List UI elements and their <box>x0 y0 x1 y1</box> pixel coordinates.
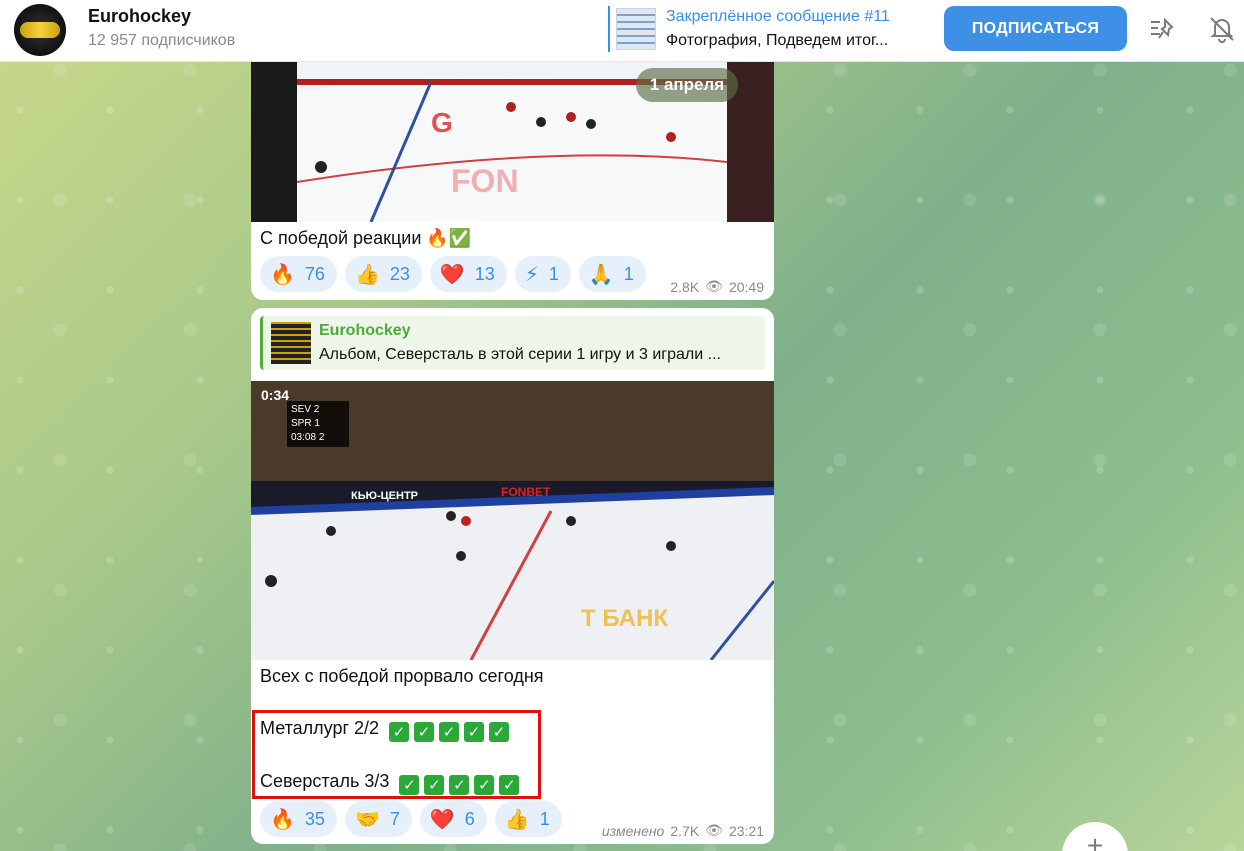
result-text: Северсталь 3/3 <box>260 771 390 791</box>
reaction-handshake[interactable]: 🤝 7 <box>344 801 412 837</box>
fire-icon: 🔥 <box>270 807 295 831</box>
reaction-thumbs-up[interactable]: 👍 23 <box>344 256 422 292</box>
result-line-severstal: Северсталь 3/3 ✓ ✓ ✓ ✓ ✓ <box>260 771 520 795</box>
message-caption: Всех с победой прорвало сегодня <box>260 666 544 686</box>
pinned-message-text[interactable]: Фотография, Подведем итог... <box>666 32 888 50</box>
channel-avatar[interactable] <box>14 4 66 56</box>
check-mark-icon: ✓ <box>449 775 470 795</box>
check-mark-icon: ✓ <box>439 722 460 742</box>
reaction-heart[interactable]: ❤️ 13 <box>429 256 507 292</box>
mute-bell-icon[interactable] <box>1208 15 1236 43</box>
score1: 2 <box>313 404 320 415</box>
check-mark-icon: ✓ <box>424 775 445 795</box>
channel-title[interactable]: Eurohockey <box>88 6 191 27</box>
result-line-metallurg: Металлург 2/2 ✓ ✓ ✓ ✓ ✓ <box>260 718 510 742</box>
video-player[interactable]: КЬЮ-ЦЕНТР FONBET T БАНК 0:34 SEV 2 SPR 1… <box>251 381 774 660</box>
subscriber-count: 12 957 подписчиков <box>88 32 236 49</box>
reaction-count: 1 <box>539 808 550 829</box>
reactions-bar: 🔥 35 🤝 7 ❤️ 6 👍 1 <box>260 801 562 837</box>
message-time: 20:49 <box>728 278 764 295</box>
message-caption: С победой реакции 🔥✅ <box>260 228 472 248</box>
message-time: 23:21 <box>728 822 764 839</box>
check-mark-icon: ✓ <box>399 775 420 795</box>
reaction-fire[interactable]: 🔥 76 <box>260 256 337 292</box>
pinned-indicator <box>608 6 610 52</box>
svg-text:FONBET: FONBET <box>501 485 551 499</box>
pin-list-icon[interactable] <box>1148 15 1176 43</box>
message-bubble: Eurohockey Альбом, Северсталь в этой сер… <box>251 308 774 844</box>
view-count: 2.7K <box>670 822 700 839</box>
game-clock: 03:08 <box>291 432 317 443</box>
eye-icon: 👁 <box>705 278 723 294</box>
scoreboard: SEV 2 SPR 1 03:08 2 <box>287 401 349 447</box>
handshake-icon: 🤝 <box>354 807 380 831</box>
reaction-lightning[interactable]: ⚡ 1 <box>514 256 571 292</box>
scroll-down-button[interactable]: + <box>1062 822 1128 851</box>
forward-thumbnail <box>271 322 311 364</box>
edited-label: изменено <box>601 822 665 839</box>
score2: 1 <box>314 418 320 429</box>
reaction-thumbs-up[interactable]: 👍 1 <box>494 801 562 837</box>
reaction-count: 6 <box>464 808 475 829</box>
message-meta: 2.8K 👁 20:49 <box>670 278 764 295</box>
subscribe-button[interactable]: ПОДПИСАТЬСЯ <box>944 6 1127 51</box>
lightning-icon: ⚡ <box>524 262 539 286</box>
reaction-fire[interactable]: 🔥 35 <box>260 801 337 837</box>
channel-header: Eurohockey 12 957 подписчиков Закреплённ… <box>0 0 1244 62</box>
plus-icon: + <box>1086 830 1104 851</box>
reaction-count: 23 <box>389 263 410 284</box>
message-meta: изменено 2.7K 👁 23:21 <box>602 822 764 839</box>
pray-icon: 🙏 <box>588 262 614 286</box>
fire-icon: 🔥 <box>270 262 295 286</box>
date-chip: 1 апреля <box>636 68 738 102</box>
svg-text:КЬЮ-ЦЕНТР: КЬЮ-ЦЕНТР <box>351 490 418 502</box>
reaction-pray[interactable]: 🙏 1 <box>578 256 646 292</box>
eye-icon: 👁 <box>705 822 723 838</box>
video-duration: 0:34 <box>261 387 290 403</box>
reaction-count: 1 <box>623 263 634 284</box>
reaction-count: 1 <box>548 263 559 284</box>
reactions-bar: 🔥 76 👍 23 ❤️ 13 ⚡ 1 🙏 1 <box>260 256 646 292</box>
forwarded-header[interactable]: Eurohockey Альбом, Северсталь в этой сер… <box>260 316 765 370</box>
check-mark-icon: ✓ <box>489 722 510 742</box>
pinned-message-title[interactable]: Закреплённое сообщение #11 <box>666 8 890 26</box>
heart-icon: ❤️ <box>439 262 465 286</box>
svg-text:G: G <box>431 107 453 138</box>
pinned-thumbnail[interactable] <box>616 8 656 50</box>
svg-text:FON: FON <box>451 163 519 199</box>
check-mark-icon: ✓ <box>389 722 410 742</box>
reaction-count: 7 <box>389 808 400 829</box>
period: 2 <box>318 432 325 443</box>
forward-preview-text: Альбом, Северсталь в этой серии 1 игру и… <box>319 346 721 363</box>
check-mark-icon: ✓ <box>499 775 520 795</box>
checkmarks: ✓ ✓ ✓ ✓ ✓ <box>394 771 520 795</box>
check-mark-icon: ✓ <box>474 775 495 795</box>
heart-icon: ❤️ <box>429 807 455 831</box>
reaction-count: 35 <box>304 808 325 829</box>
reaction-count: 13 <box>474 263 495 284</box>
check-mark-icon: ✓ <box>414 722 435 742</box>
svg-text:T БАНК: T БАНК <box>581 605 668 632</box>
forward-channel-name[interactable]: Eurohockey <box>319 322 411 340</box>
view-count: 2.8K <box>670 278 700 295</box>
result-text: Металлург 2/2 <box>260 718 380 738</box>
thumbs-up-icon: 👍 <box>354 262 380 286</box>
check-mark-icon: ✓ <box>464 722 485 742</box>
team1: SEV <box>291 404 312 415</box>
reaction-heart[interactable]: ❤️ 6 <box>419 801 487 837</box>
team2: SPR <box>291 418 312 429</box>
reaction-count: 76 <box>304 263 325 284</box>
checkmarks: ✓ ✓ ✓ ✓ ✓ <box>384 718 510 742</box>
thumbs-up-icon: 👍 <box>504 807 530 831</box>
